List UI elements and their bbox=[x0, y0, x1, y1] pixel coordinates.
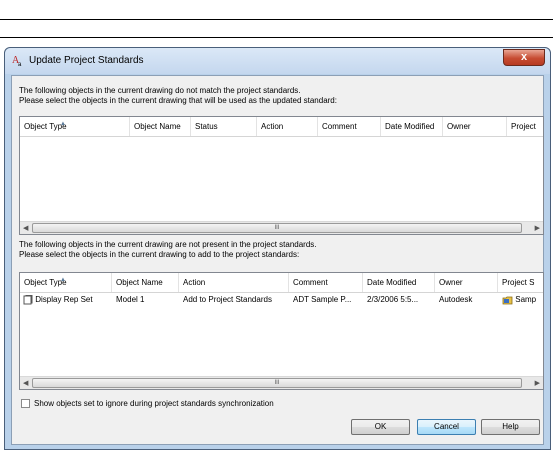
bottom-instructions-line2: Please select the objects in the current… bbox=[19, 250, 300, 259]
project-folder-icon bbox=[502, 296, 513, 305]
list-header: ▲ Object Type Object Name Status Action C… bbox=[20, 117, 543, 137]
column-header-object-name[interactable]: Object Name bbox=[112, 273, 179, 292]
horizontal-scrollbar[interactable]: ◀ III ▶ bbox=[20, 221, 543, 234]
column-header-object-type[interactable]: ▲ Object Type bbox=[20, 117, 130, 136]
column-header-action[interactable]: Action bbox=[257, 117, 318, 136]
horizontal-scrollbar[interactable]: ◀ III ▶ bbox=[20, 376, 543, 389]
top-rule bbox=[0, 19, 553, 20]
column-header-owner[interactable]: Owner bbox=[435, 273, 498, 292]
column-header-status[interactable]: Status bbox=[191, 117, 257, 136]
column-header-project[interactable]: Project bbox=[507, 117, 543, 136]
display-rep-set-icon bbox=[23, 294, 33, 305]
scroll-right-icon[interactable]: ▶ bbox=[535, 379, 540, 387]
close-button[interactable]: x bbox=[503, 49, 545, 66]
cancel-button[interactable]: Cancel bbox=[417, 419, 476, 435]
title-bar: A a Update Project Standards x bbox=[5, 48, 550, 74]
list-item[interactable]: Display Rep Set Model 1 Add to Project S… bbox=[20, 293, 543, 307]
mismatched-objects-list[interactable]: ▲ Object Type Object Name Status Action C… bbox=[19, 116, 544, 235]
scroll-thumb[interactable]: III bbox=[32, 223, 522, 233]
cell-project: Samp bbox=[498, 293, 543, 307]
column-header-comment[interactable]: Comment bbox=[318, 117, 381, 136]
top-instructions-line2: Please select the objects in the current… bbox=[19, 96, 337, 105]
scroll-left-icon[interactable]: ◀ bbox=[23, 224, 28, 232]
svg-text:a: a bbox=[18, 62, 22, 67]
dialog-title: Update Project Standards bbox=[29, 55, 144, 66]
ok-button[interactable]: OK bbox=[351, 419, 410, 435]
column-header-action[interactable]: Action bbox=[179, 273, 289, 292]
scroll-right-icon[interactable]: ▶ bbox=[535, 224, 540, 232]
show-ignored-label: Show objects set to ignore during projec… bbox=[34, 399, 274, 408]
scroll-thumb[interactable]: III bbox=[32, 378, 522, 388]
column-header-date-modified[interactable]: Date Modified bbox=[381, 117, 443, 136]
cell-owner: Autodesk bbox=[439, 295, 473, 304]
column-header-object-name[interactable]: Object Name bbox=[130, 117, 191, 136]
scroll-left-icon[interactable]: ◀ bbox=[23, 379, 28, 387]
cell-object-type: Display Rep Set bbox=[20, 293, 112, 307]
update-project-standards-dialog: A a Update Project Standards x The follo… bbox=[4, 47, 551, 450]
show-ignored-checkbox[interactable] bbox=[21, 399, 30, 408]
cell-object-name: Model 1 bbox=[116, 295, 145, 304]
close-icon: x bbox=[520, 51, 528, 63]
column-header-comment[interactable]: Comment bbox=[289, 273, 363, 292]
cell-comment: ADT Sample P... bbox=[293, 295, 352, 304]
autocad-app-icon: A a bbox=[12, 55, 22, 67]
top-instructions-line1: The following objects in the current dra… bbox=[19, 86, 301, 95]
sort-ascending-icon: ▲ bbox=[60, 277, 66, 283]
column-header-date-modified[interactable]: Date Modified bbox=[363, 273, 435, 292]
dialog-client-area: The following objects in the current dra… bbox=[11, 75, 544, 445]
new-objects-list[interactable]: ▲ Object Type Object Name Action Comment … bbox=[19, 272, 544, 390]
top-instructions: The following objects in the current dra… bbox=[19, 86, 337, 106]
cell-action: Add to Project Standards bbox=[183, 295, 272, 304]
sort-ascending-icon: ▲ bbox=[60, 121, 66, 127]
bottom-instructions: The following objects in the current dra… bbox=[19, 240, 317, 260]
column-header-object-type[interactable]: ▲ Object Type bbox=[20, 273, 112, 292]
column-header-project[interactable]: Project S bbox=[498, 273, 543, 292]
column-header-owner[interactable]: Owner bbox=[443, 117, 507, 136]
cell-date-modified: 2/3/2006 5:5... bbox=[367, 295, 419, 304]
help-button[interactable]: Help bbox=[481, 419, 540, 435]
bottom-instructions-line1: The following objects in the current dra… bbox=[19, 240, 317, 249]
list-header: ▲ Object Type Object Name Action Comment … bbox=[20, 273, 543, 293]
second-rule bbox=[0, 37, 553, 38]
